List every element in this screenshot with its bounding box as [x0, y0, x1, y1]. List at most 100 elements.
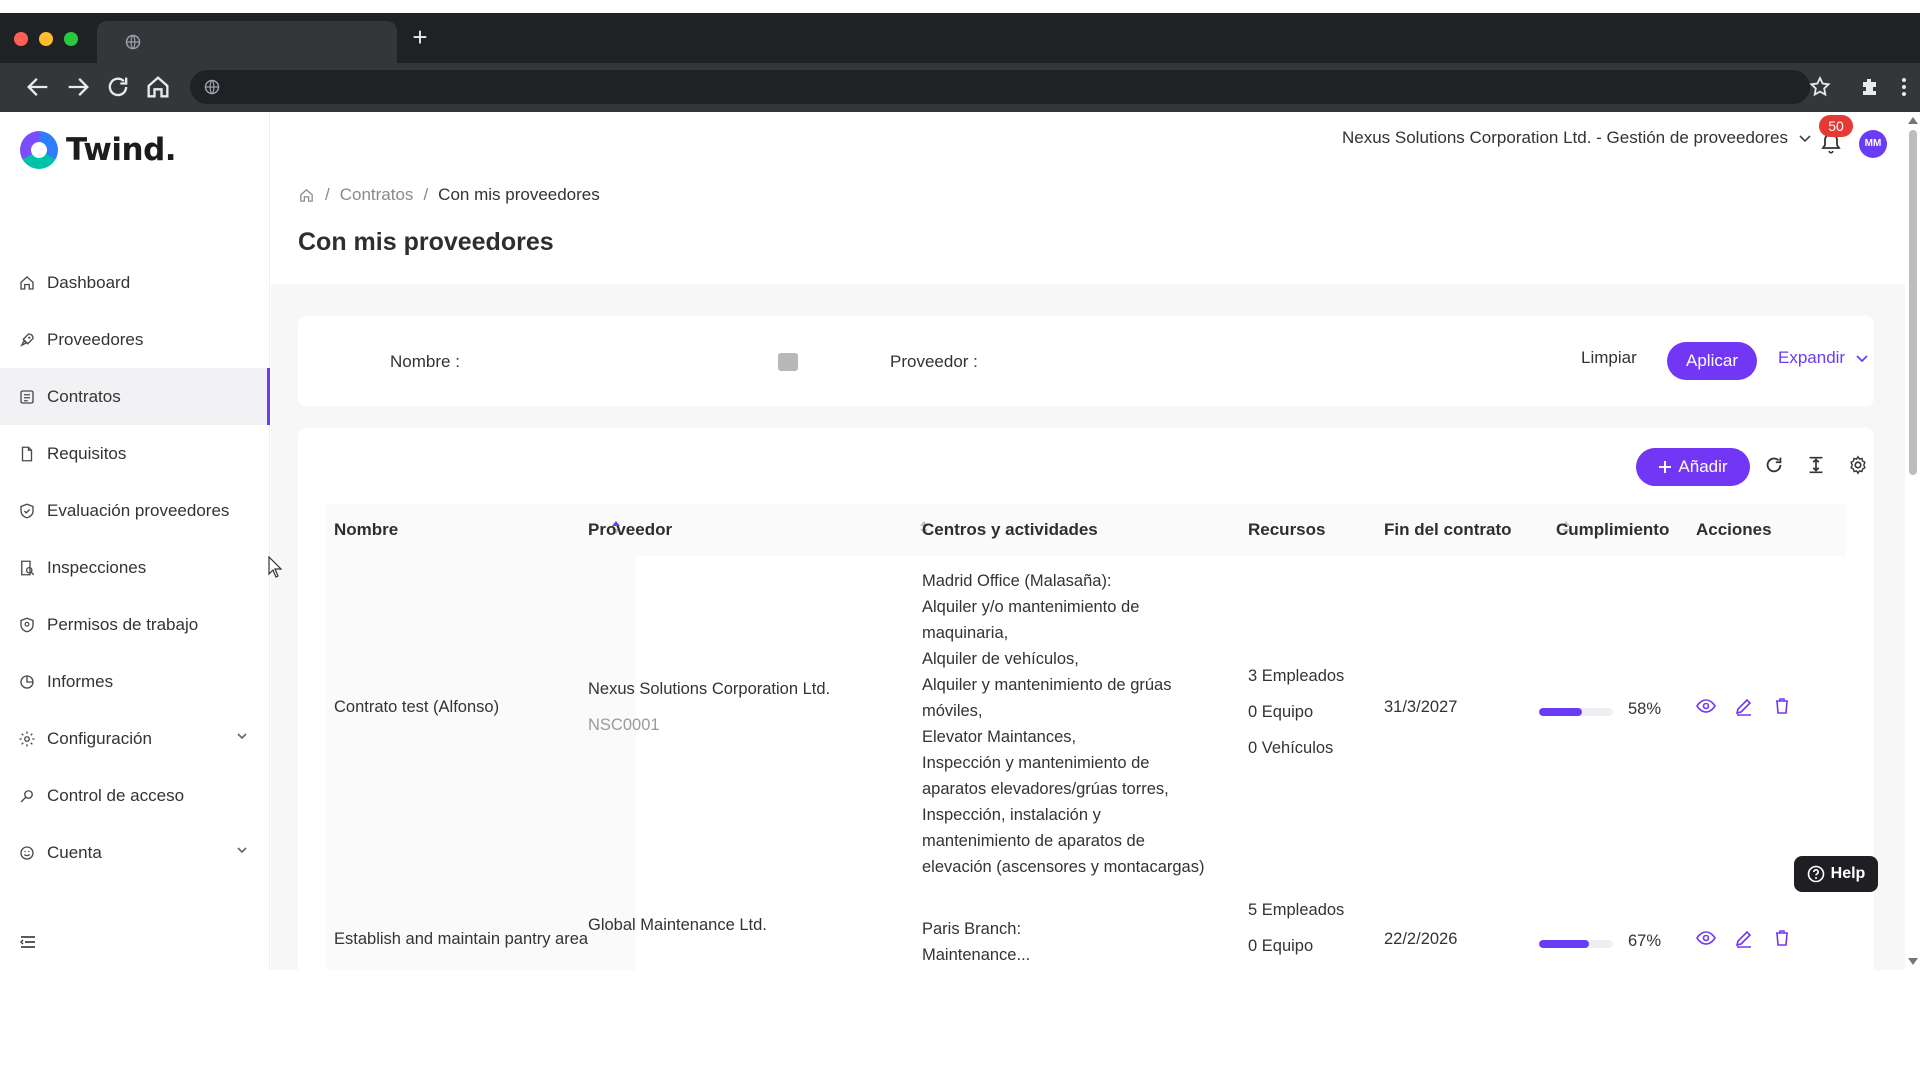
apply-button-label: Aplicar — [1686, 351, 1738, 370]
sidebar: Twind. Dashboard Proveedores Contratos R… — [0, 112, 270, 970]
sidebar-item-proveedores[interactable]: Proveedores — [0, 311, 270, 368]
browser-toolbar — [0, 63, 1920, 112]
site-info-icon[interactable] — [204, 79, 220, 95]
compliance-percentage: 58% — [1628, 700, 1662, 718]
row-proveedor[interactable]: Global Maintenance Ltd. — [588, 912, 767, 938]
inspection-icon — [18, 559, 36, 577]
row-proveedor[interactable]: Nexus Solutions Corporation Ltd. — [588, 676, 830, 702]
column-height-icon[interactable] — [1805, 454, 1827, 476]
edit-pencil-icon[interactable] — [1734, 928, 1754, 948]
sidebar-item-evaluacion-proveedores[interactable]: Evaluación proveedores — [0, 482, 270, 539]
centro-line: Madrid Office (Malasaña): — [922, 572, 1112, 590]
scrollbar-thumb[interactable] — [1909, 130, 1917, 475]
centro-line: maquinaria, — [922, 624, 1009, 642]
view-eye-icon[interactable] — [1696, 696, 1716, 716]
centro-line: Alquiler y mantenimiento de grúas — [922, 676, 1172, 694]
extensions-icon[interactable] — [1858, 75, 1882, 99]
centro-line: móviles, — [922, 702, 983, 720]
minimize-window-button[interactable] — [39, 32, 53, 46]
chevron-down-icon — [237, 733, 247, 740]
row-recursos: 3 Empleados 0 Equipo 0 Vehículos — [1248, 658, 1344, 766]
sidebar-item-cuenta[interactable]: Cuenta — [0, 824, 270, 881]
back-icon[interactable] — [24, 73, 52, 101]
delete-trash-icon[interactable] — [1772, 928, 1792, 948]
proveedor-filter-label: Proveedor : — [890, 352, 978, 371]
centro-line: mantenimiento de aparatos de — [922, 832, 1145, 850]
logo-text: Twind. — [66, 132, 177, 168]
sidebar-item-label: Dashboard — [47, 272, 131, 292]
delete-trash-icon[interactable] — [1772, 696, 1792, 716]
logo[interactable]: Twind. — [20, 130, 177, 170]
sidebar-item-dashboard[interactable]: Dashboard — [0, 254, 270, 311]
column-header-fin-contrato[interactable]: Fin del contrato — [1384, 520, 1512, 540]
sidebar-item-contratos[interactable]: Contratos — [0, 368, 270, 425]
calendar-icon[interactable] — [778, 353, 798, 371]
apply-button[interactable]: Aplicar — [1667, 342, 1757, 380]
sidebar-item-permisos-de-trabajo[interactable]: Permisos de trabajo — [0, 596, 270, 653]
organization-selector[interactable]: Nexus Solutions Corporation Ltd. - Gesti… — [1342, 128, 1812, 148]
centro-line: aparatos elevadores/grúas torres, — [922, 780, 1169, 798]
scroll-down-arrow[interactable] — [1908, 958, 1918, 965]
expand-button[interactable]: Expandir — [1778, 348, 1869, 368]
centro-line: Inspección, instalación y — [922, 806, 1101, 824]
row-nombre: Establish and maintain pantry area — [334, 930, 589, 948]
globe-icon — [125, 34, 141, 50]
new-tab-button[interactable]: + — [406, 23, 434, 51]
nombre-filter-label: Nombre : — [390, 352, 460, 371]
nombre-filter-input[interactable] — [488, 340, 808, 382]
clear-button[interactable]: Limpiar — [1581, 348, 1637, 368]
rocket-icon — [18, 331, 36, 349]
sidebar-item-requisitos[interactable]: Requisitos — [0, 425, 270, 482]
sidebar-item-label: Evaluación proveedores — [47, 500, 230, 520]
filter-panel: Nombre : Proveedor : Limpiar Aplicar Exp… — [298, 316, 1874, 406]
browser-tab[interactable] — [97, 21, 397, 63]
logo-mark-icon — [20, 131, 58, 169]
close-window-button[interactable] — [14, 32, 28, 46]
sidebar-item-label: Configuración — [47, 728, 152, 748]
compliance-progress-fill — [1539, 940, 1589, 948]
view-eye-icon[interactable] — [1696, 928, 1716, 948]
recurso-line: 3 Empleados — [1248, 667, 1345, 685]
organization-name: Nexus Solutions Corporation Ltd. - Gesti… — [1341, 128, 1788, 147]
collapse-menu-icon[interactable] — [18, 932, 38, 952]
bookmark-star-icon[interactable] — [1808, 75, 1832, 99]
forward-icon[interactable] — [64, 73, 92, 101]
edit-pencil-icon[interactable] — [1734, 696, 1754, 716]
browser-menu-icon[interactable] — [1892, 75, 1916, 99]
address-bar[interactable] — [190, 70, 1810, 104]
page-scrollbar[interactable] — [1905, 112, 1920, 970]
reload-icon[interactable] — [104, 73, 132, 101]
settings-gear-icon[interactable] — [1847, 454, 1869, 476]
scroll-up-arrow[interactable] — [1908, 117, 1918, 124]
sidebar-item-configuracion[interactable]: Configuración — [0, 710, 270, 767]
recurso-line: 5 Empleados — [1248, 901, 1345, 919]
sidebar-item-label: Inspecciones — [47, 557, 147, 577]
sidebar-item-informes[interactable]: Informes — [0, 653, 270, 710]
centro-line: Elevator Maintances, — [922, 728, 1077, 746]
refresh-icon[interactable] — [1763, 454, 1785, 476]
home-icon[interactable] — [144, 73, 172, 101]
column-header-proveedor[interactable]: Proveedor — [588, 520, 672, 540]
sorted-column-highlight — [326, 556, 636, 970]
add-button-label: Añadir — [1678, 457, 1728, 476]
chevron-down-icon — [237, 847, 247, 854]
avatar[interactable]: MM — [1859, 130, 1887, 158]
row-nombre: Contrato test (Alfonso) — [334, 698, 500, 716]
sidebar-item-dashboard[interactable] — [0, 112, 18, 169]
sidebar-item-inspecciones[interactable]: Inspecciones — [0, 539, 270, 596]
centro-line: Alquiler de vehículos, — [922, 650, 1079, 668]
sidebar-item-label: Requisitos — [47, 443, 127, 463]
tab-strip: + — [0, 13, 1920, 63]
sidebar-item-control-de-acceso[interactable]: Control de acceso — [0, 767, 270, 824]
help-button[interactable]: Help — [1794, 856, 1878, 892]
sidebar-item-label: Cuenta — [47, 842, 102, 862]
chevron-down-icon — [1799, 135, 1811, 143]
home-icon[interactable] — [298, 187, 315, 204]
proveedor-filter-select[interactable] — [993, 340, 1443, 382]
header: Nexus Solutions Corporation Ltd. - Gesti… — [271, 112, 1905, 284]
breadcrumb-contratos[interactable]: Contratos — [340, 185, 414, 205]
add-contract-button[interactable]: Añadir — [1636, 448, 1750, 486]
column-header-nombre[interactable]: Nombre — [334, 520, 398, 540]
maximize-window-button[interactable] — [64, 32, 78, 46]
main-content: Nexus Solutions Corporation Ltd. - Gesti… — [271, 112, 1905, 970]
